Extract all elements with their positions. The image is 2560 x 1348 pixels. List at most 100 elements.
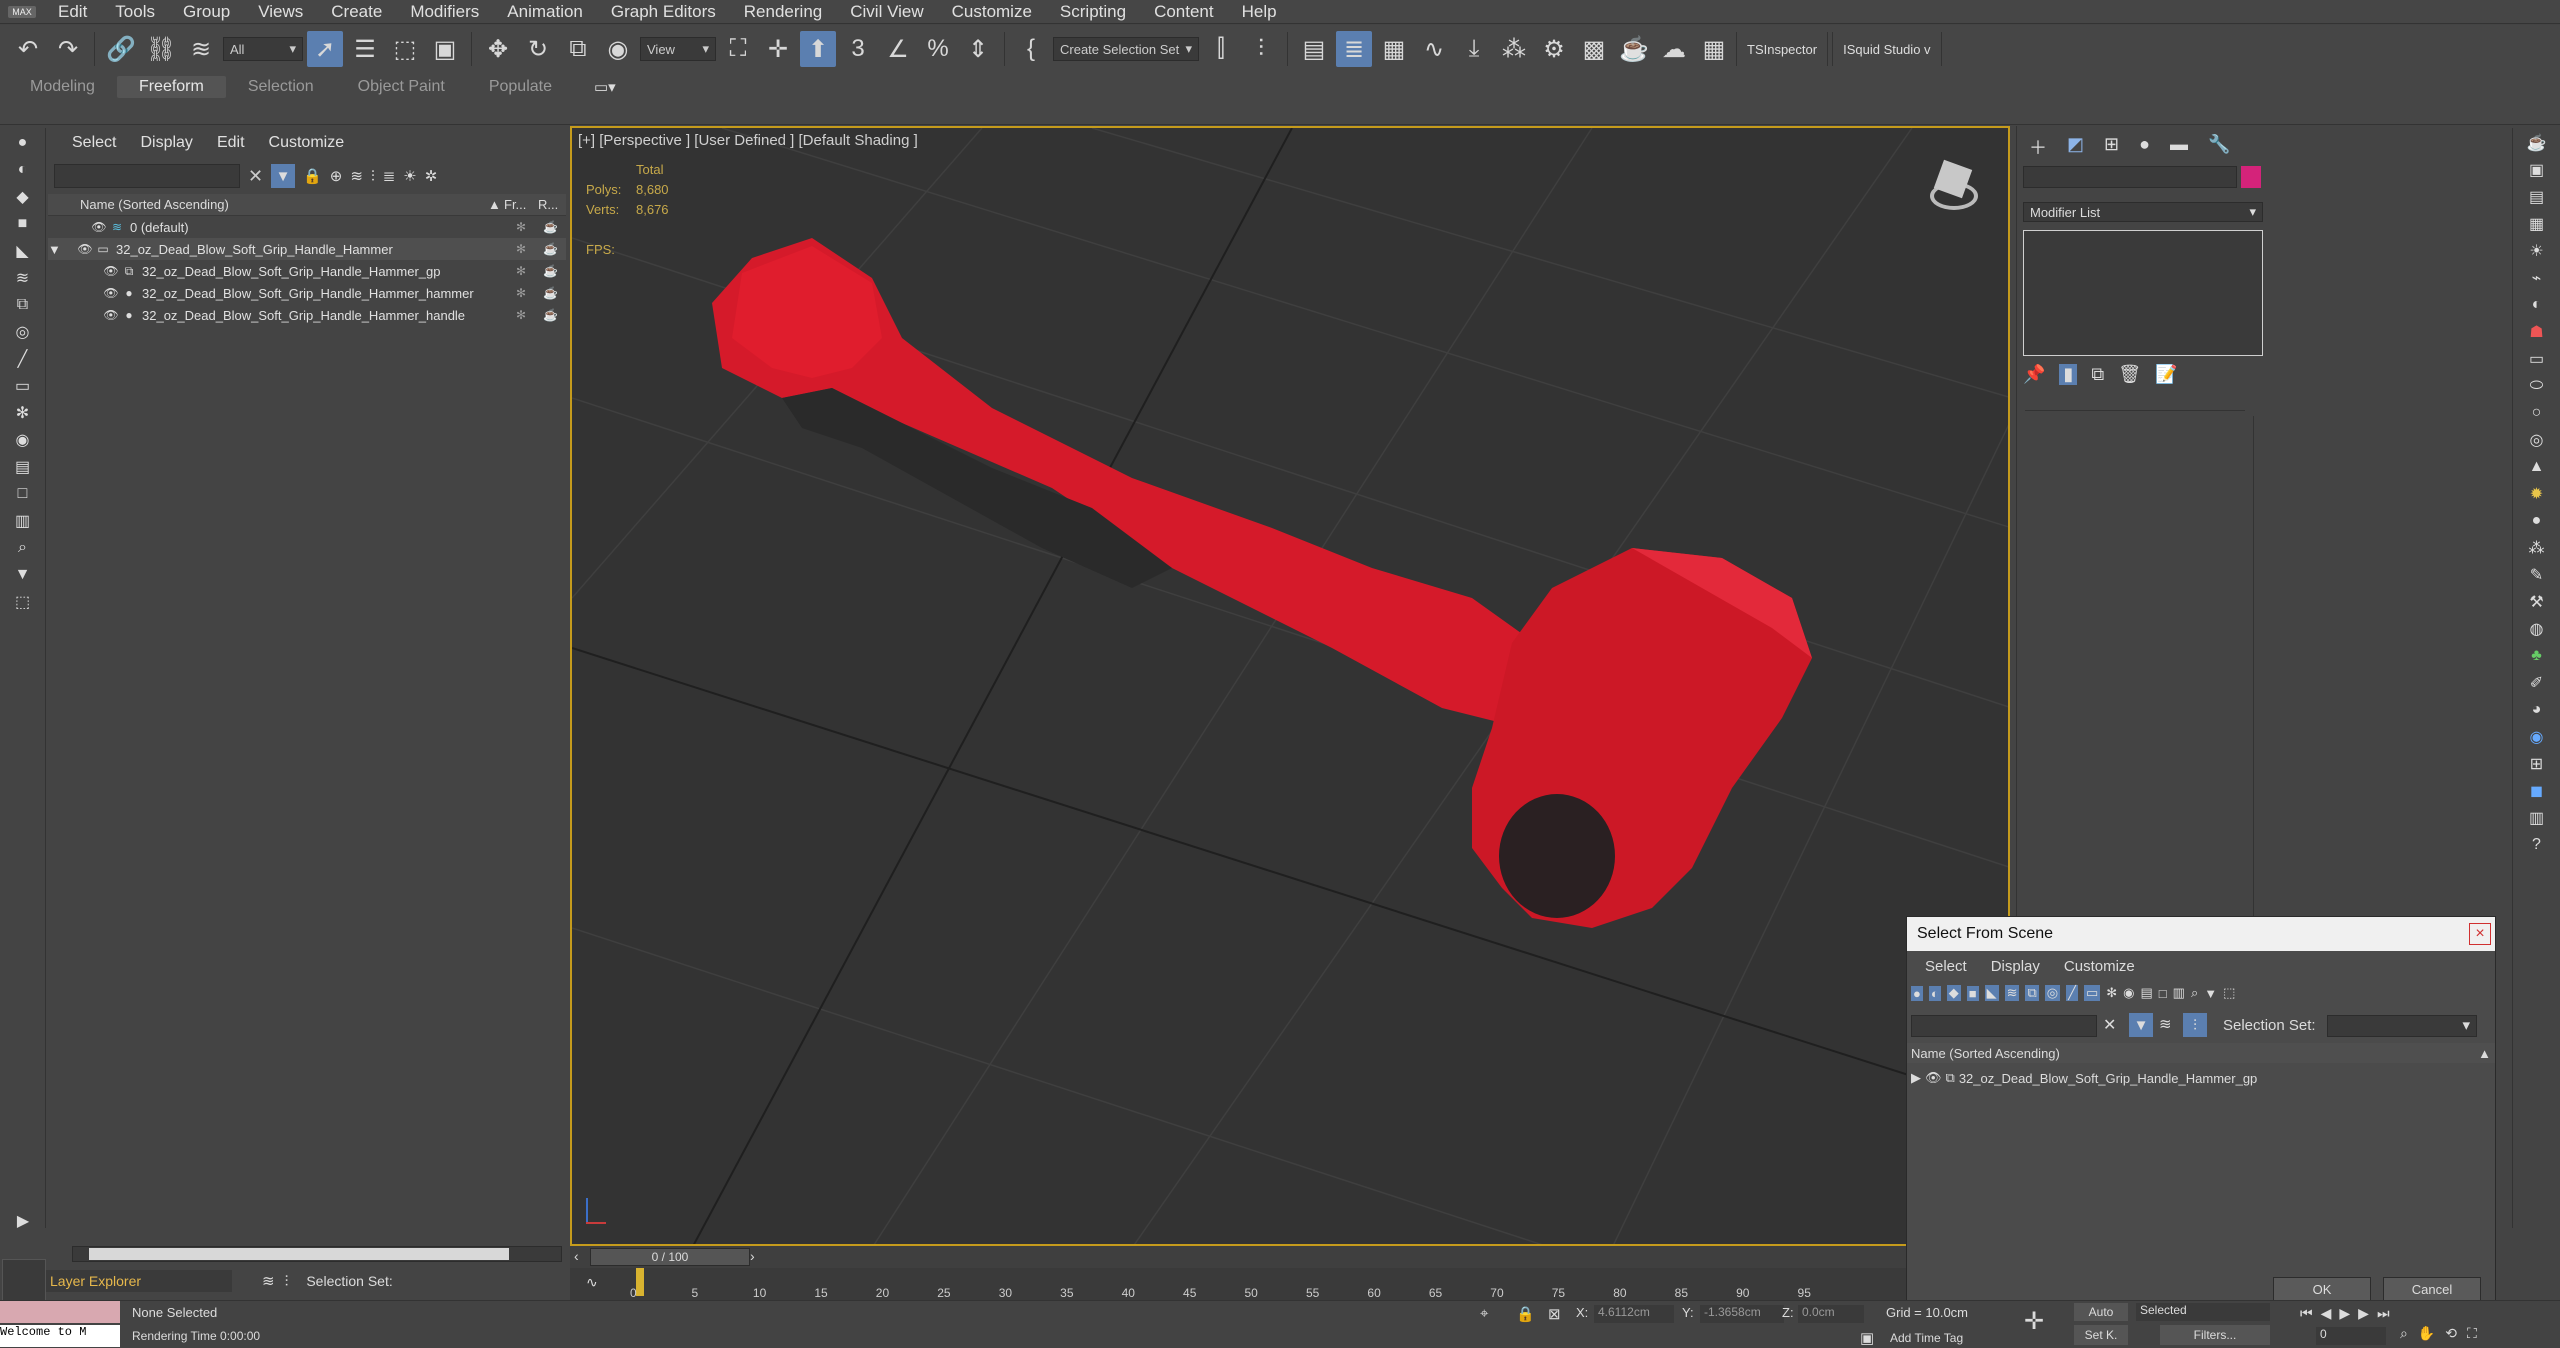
- select-object-icon[interactable]: ➚: [307, 31, 343, 67]
- column-renderable[interactable]: R...: [538, 197, 558, 212]
- horizontal-scrollbar[interactable]: [72, 1246, 562, 1262]
- add-to-layer-icon[interactable]: ⊕: [330, 167, 343, 185]
- window-crossing-icon[interactable]: ▣: [427, 31, 463, 67]
- brush-icon[interactable]: ✐: [2522, 671, 2552, 695]
- show-end-result-icon[interactable]: ▮: [2059, 364, 2078, 385]
- go-to-start-icon[interactable]: ⏮: [2300, 1305, 2313, 1322]
- filter-groups-icon[interactable]: ⧉: [2025, 985, 2039, 1001]
- freeze-toggle-icon[interactable]: ✻: [516, 286, 526, 300]
- layer-stack-icon[interactable]: ≋: [350, 167, 363, 185]
- dialog-ok-button[interactable]: OK: [2273, 1277, 2371, 1301]
- utilities-tab-icon[interactable]: 🔧: [2208, 134, 2230, 160]
- explorer-type-dropdown[interactable]: Layer Explorer: [46, 1270, 232, 1292]
- menu-edit[interactable]: Edit: [44, 0, 101, 24]
- material-editor-icon[interactable]: ⁂: [1496, 31, 1532, 67]
- bones-icon[interactable]: ⚒: [2522, 590, 2552, 614]
- display-shapes-icon[interactable]: ◐: [8, 158, 38, 182]
- scene-tree-row[interactable]: 👁 ● 32_oz_Dead_Blow_Soft_Grip_Handle_Hamme…: [48, 304, 566, 326]
- grid-icon[interactable]: ⊞: [2522, 752, 2552, 776]
- ribbon-tab-selection[interactable]: Selection: [226, 76, 336, 98]
- isquid-studio-button[interactable]: ISquid Studio v: [1832, 32, 1942, 66]
- move-icon[interactable]: ✥: [480, 31, 516, 67]
- scene-explorer-menu-display[interactable]: Display: [128, 134, 204, 152]
- dialog-menu-display[interactable]: Display: [1979, 958, 2052, 975]
- layer-explorer-icon[interactable]: ≋: [262, 1272, 275, 1290]
- sort-layers-icon[interactable]: ≣: [383, 167, 396, 185]
- freeze-toggle-icon[interactable]: ✻: [516, 220, 526, 234]
- scene-explorer-search-input[interactable]: [54, 164, 240, 188]
- hierarchy-tab-icon[interactable]: ⊞: [2104, 134, 2119, 160]
- curve-editor-icon[interactable]: ∿: [1416, 31, 1452, 67]
- teapot-red-icon[interactable]: ☗: [2522, 320, 2552, 344]
- rendered-frame-window-icon[interactable]: ▩: [1576, 31, 1612, 67]
- object-name-input[interactable]: [2023, 166, 2237, 188]
- display-none-icon[interactable]: □: [8, 482, 38, 506]
- unlink-icon[interactable]: ⛓: [143, 31, 179, 67]
- display-tab-icon[interactable]: ▬: [2170, 134, 2188, 160]
- perspective-viewport[interactable]: [+] [Perspective ] [User Defined ] [Defa…: [570, 126, 2010, 1246]
- display-cameras-icon[interactable]: ■: [8, 212, 38, 236]
- clear-search-icon[interactable]: ✕: [248, 166, 263, 187]
- invert-icon[interactable]: ▥: [2173, 985, 2185, 1001]
- filter-space-warps-icon[interactable]: ≋: [2004, 985, 2020, 1001]
- filter-bones-icon[interactable]: ╱: [2066, 985, 2078, 1001]
- menu-graph-editors[interactable]: Graph Editors: [597, 0, 730, 24]
- app-logo[interactable]: MAX: [0, 0, 44, 24]
- scene-explorer-menu-customize[interactable]: Customize: [257, 134, 357, 152]
- filter-xrefs-icon[interactable]: ◎: [2044, 985, 2061, 1001]
- maximize-viewport-icon[interactable]: ⛶: [2467, 1325, 2477, 1342]
- remove-modifier-icon[interactable]: 🗑: [2118, 364, 2141, 385]
- rotate-icon[interactable]: ↻: [520, 31, 556, 67]
- create-tab-icon[interactable]: ＋: [2029, 134, 2047, 160]
- visibility-eye-icon[interactable]: 👁: [102, 286, 120, 300]
- menu-create[interactable]: Create: [317, 0, 396, 24]
- visibility-eye-icon[interactable]: 👁: [1925, 1070, 1942, 1086]
- render-iterative-icon[interactable]: ▦: [1696, 31, 1732, 67]
- pin-stack-icon[interactable]: 📌: [2023, 364, 2045, 385]
- toggle-layer-explorer-icon[interactable]: ≣: [1336, 31, 1372, 67]
- layer-explorer-toggle[interactable]: [2, 1259, 46, 1303]
- scene-tree-row[interactable]: 👁 ● 32_oz_Dead_Blow_Soft_Grip_Handle_Hamme…: [48, 282, 566, 304]
- invert-display-icon[interactable]: ▥: [8, 509, 38, 533]
- find-filter-icon[interactable]: ⌕: [2191, 985, 2198, 1001]
- modifier-list-dropdown[interactable]: Modifier List ▾: [2023, 202, 2263, 222]
- renderable-toggle-icon[interactable]: ☕: [543, 220, 558, 234]
- filter-funnel-icon[interactable]: ▼: [2204, 986, 2217, 1001]
- menu-content[interactable]: Content: [1140, 0, 1228, 24]
- display-space-warps-icon[interactable]: ≋: [8, 266, 38, 290]
- time-slider-thumb[interactable]: 0 / 100: [590, 1248, 750, 1266]
- time-slider-prev-icon[interactable]: ‹: [574, 1248, 579, 1264]
- paint-icon[interactable]: ✎: [2522, 563, 2552, 587]
- renderable-toggle-icon[interactable]: ☕: [543, 286, 558, 300]
- menu-customize[interactable]: Customize: [938, 0, 1046, 24]
- filter-icon[interactable]: ▼: [8, 563, 38, 587]
- menu-rendering[interactable]: Rendering: [730, 0, 836, 24]
- select-manipulate-icon[interactable]: ✛: [760, 31, 796, 67]
- keyboard-shortcut-override-icon[interactable]: ⬆: [800, 31, 836, 67]
- prev-frame-icon[interactable]: ◀: [2321, 1305, 2332, 1322]
- display-bones-icon[interactable]: ╱: [8, 347, 38, 371]
- key-filter-dropdown[interactable]: Selected: [2136, 1303, 2270, 1321]
- filter-helpers-icon[interactable]: ◣: [1984, 985, 1999, 1001]
- motion-tab-icon[interactable]: ●: [2139, 134, 2150, 160]
- make-unique-icon[interactable]: ⧉: [2091, 364, 2104, 385]
- display-geometry-icon[interactable]: ●: [8, 131, 38, 155]
- viewport-label[interactable]: [+] [Perspective ] [User Defined ] [Defa…: [578, 132, 918, 149]
- highlight-layer-icon[interactable]: ☀: [403, 167, 416, 185]
- scene-tree-row[interactable]: ▼ 👁 ▭ 32_oz_Dead_Blow_Soft_Grip_Handle_Hamm…: [48, 238, 566, 260]
- freeze-toggle-icon[interactable]: ✻: [516, 308, 526, 322]
- light-lister-icon[interactable]: ☀: [2522, 239, 2552, 263]
- scene-explorer-menu-select[interactable]: Select: [60, 134, 128, 152]
- filter-lights-icon[interactable]: ◆: [1946, 985, 1961, 1001]
- ribbon-options-icon[interactable]: ▭▾: [594, 78, 616, 96]
- visibility-eye-icon[interactable]: 👁: [90, 220, 108, 234]
- box-icon[interactable]: ⬚: [8, 590, 38, 614]
- filter-frozen-icon[interactable]: ✻: [2106, 985, 2117, 1001]
- sun-icon[interactable]: ✹: [2522, 482, 2552, 506]
- mirror-icon[interactable]: ⫿: [1203, 31, 1239, 67]
- torus-icon[interactable]: ◎: [2522, 428, 2552, 452]
- dialog-menu-select[interactable]: Select: [1913, 958, 1979, 975]
- set-key-plus-icon[interactable]: ✛: [2024, 1307, 2044, 1336]
- tree-icon[interactable]: ♣: [2522, 644, 2552, 668]
- dialog-layer-icon[interactable]: ≋: [2159, 1015, 2172, 1033]
